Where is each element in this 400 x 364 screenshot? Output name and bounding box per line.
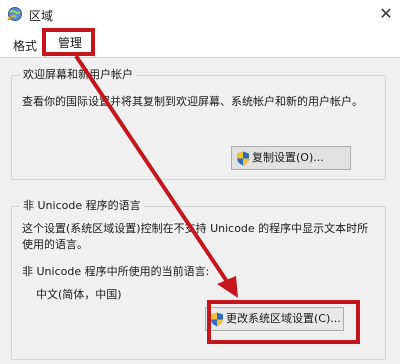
current-language-value: 中文(简体，中国) (36, 288, 122, 301)
title-bar: 区域 ✕ (0, 0, 400, 29)
copy-settings-label: 复制设置(O)... (252, 151, 324, 164)
welcome-description: 查看你的国际设置并将其复制到欢迎屏幕、系统帐户和新的用户帐户。 (22, 95, 363, 108)
region-globe-icon (7, 7, 22, 21)
window-title: 区域 (29, 9, 54, 23)
tab-highlight-box (42, 28, 95, 56)
copy-settings-button[interactable]: 复制设置(O)... (231, 146, 351, 170)
non-unicode-group-title: 非 Unicode 程序的语言 (20, 199, 144, 213)
tab-format[interactable]: 格式 (8, 35, 42, 57)
welcome-group-title: 欢迎屏幕和新用户帐户 (20, 68, 136, 82)
close-button[interactable]: ✕ (376, 4, 396, 24)
uac-shield-icon (237, 151, 249, 166)
non-unicode-description: 这个设置(系统区域设置)控制在不支持 Unicode 的程序中显示文本时所使用的… (22, 222, 369, 251)
button-highlight-box (207, 300, 360, 344)
current-language-label: 非 Unicode 程序中所使用的当前语言: (22, 265, 210, 278)
